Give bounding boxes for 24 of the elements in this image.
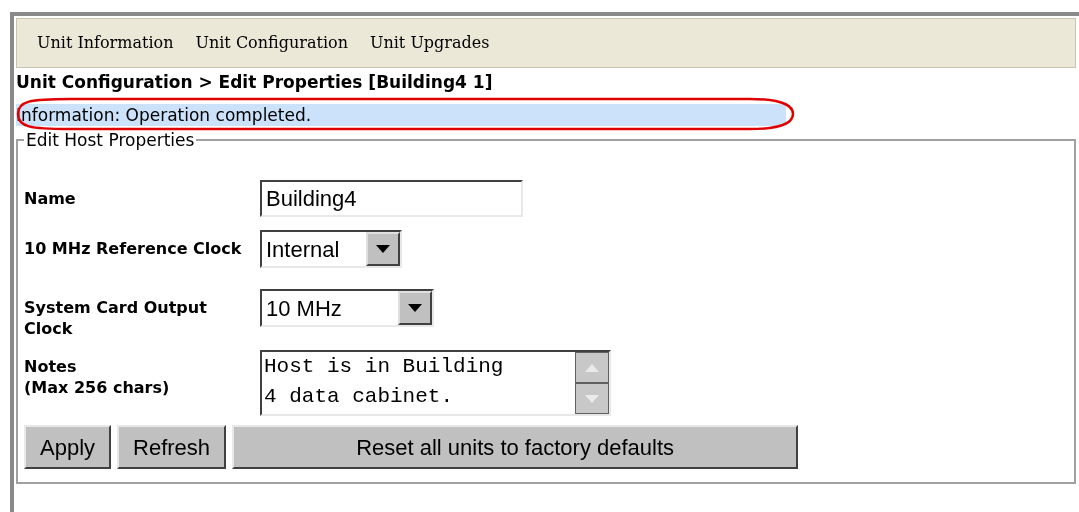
name-input[interactable]: Building4 <box>260 180 523 217</box>
panel-legend: Edit Host Properties <box>24 132 197 148</box>
caret-icon <box>408 304 422 312</box>
select-field[interactable]: Internal <box>260 230 402 268</box>
field-label: Name <box>24 188 77 209</box>
breadcrumb: Unit Configuration > Edit Properties [Building4 1] <box>16 71 494 94</box>
dropdown-button[interactable] <box>398 291 432 325</box>
dropdown-button[interactable] <box>366 232 400 266</box>
scroll-button[interactable] <box>575 383 609 414</box>
field-label: System Card Output Clock <box>24 297 208 339</box>
down-arrow-icon <box>585 394 599 403</box>
up-arrow-icon <box>585 363 599 372</box>
field-label: Notes (Max 256 chars) <box>24 356 171 398</box>
select-field[interactable]: 10 MHz <box>260 289 434 327</box>
caret-icon <box>376 245 390 253</box>
notes-textarea[interactable]: Host is in Building 4 data cabinet. <box>260 350 611 416</box>
form-button[interactable]: Reset all units to factory defaults <box>232 425 799 469</box>
menu-item[interactable]: Unit Upgrades <box>369 31 490 55</box>
field-label: 10 MHz Reference Clock <box>24 238 243 259</box>
scroll-button[interactable] <box>575 352 609 383</box>
menu-item[interactable]: Unit Information <box>37 31 174 55</box>
form-button[interactable]: Apply <box>24 425 112 469</box>
menu-item[interactable]: Unit Configuration <box>195 31 348 55</box>
form-button[interactable]: Refresh <box>117 425 227 469</box>
